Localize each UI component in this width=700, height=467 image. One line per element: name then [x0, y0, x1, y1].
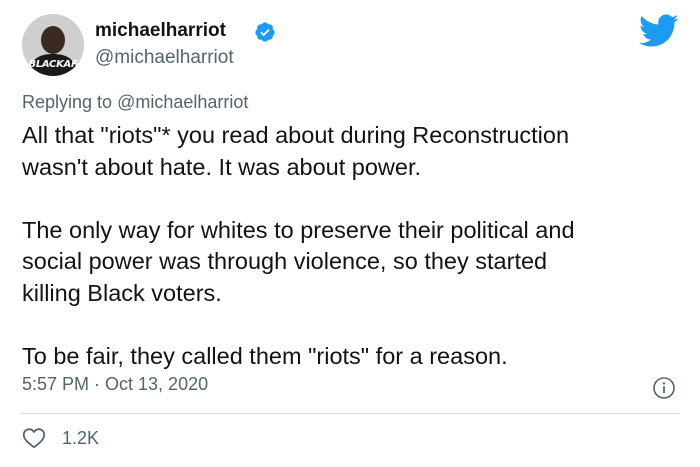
tweet-line: To be fair, they called them "riots" for…	[22, 342, 508, 369]
tweet-timestamp[interactable]: 5:57 PM · Oct 13, 2020	[22, 374, 208, 395]
display-name[interactable]: michaelharriot	[95, 20, 226, 42]
heart-icon[interactable]	[22, 427, 46, 449]
tweet-line: wasn't about hate. It was about power.	[22, 153, 422, 180]
tweet-line: The only way for whites to preserve thei…	[22, 216, 575, 243]
tweet-card: BLACKAF michaelharriot @michaelharriot R…	[0, 0, 700, 467]
tweet-paragraph-2: The only way for whites to preserve thei…	[22, 215, 687, 310]
tweet-text: All that "riots"* you read about during …	[22, 120, 687, 372]
info-icon[interactable]	[652, 376, 676, 400]
handle[interactable]: @michaelharriot	[95, 47, 234, 69]
replying-to: Replying to @michaelharriot	[22, 92, 248, 113]
tweet-line: killing Black voters.	[22, 279, 222, 306]
tweet-line: All that "riots"* you read about during …	[22, 122, 570, 148]
divider	[22, 413, 679, 414]
replying-to-prefix: Replying to	[22, 92, 118, 112]
verified-badge-icon	[255, 22, 275, 42]
replying-to-mention[interactable]: @michaelharriot	[117, 92, 248, 112]
avatar-badge-text: BLACKAF	[28, 59, 78, 70]
tweet-paragraph-3: To be fair, they called them "riots" for…	[22, 341, 687, 373]
avatar[interactable]: BLACKAF	[22, 14, 84, 76]
tweet-line: social power was through violence, so th…	[22, 248, 548, 274]
twitter-bird-icon[interactable]	[639, 14, 679, 48]
like-count[interactable]: 1.2K	[62, 428, 99, 449]
tweet-paragraph-1: All that "riots"* you read about during …	[22, 120, 687, 183]
